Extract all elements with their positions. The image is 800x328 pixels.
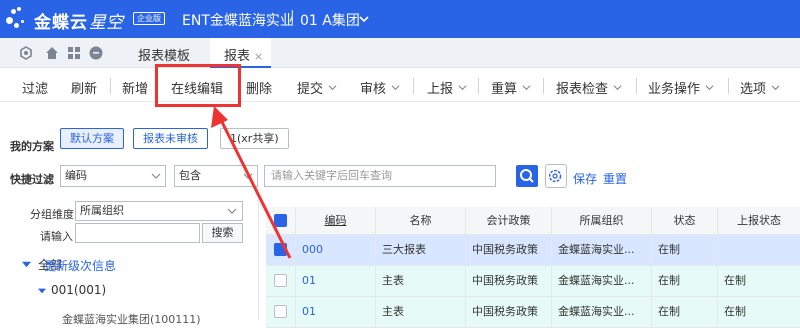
annotation-arrow-icon	[211, 106, 292, 259]
